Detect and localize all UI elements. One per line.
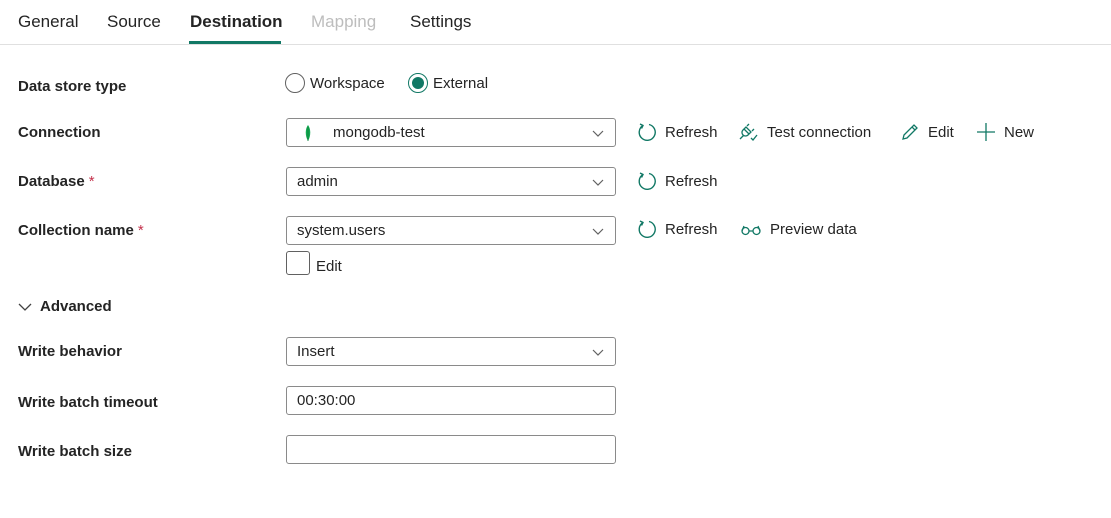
refresh-label: Refresh — [665, 220, 718, 238]
chevron-down-icon — [592, 228, 604, 235]
advanced-label: Advanced — [40, 298, 112, 315]
write-behavior-dropdown[interactable]: Insert — [286, 337, 616, 366]
glasses-icon — [741, 225, 761, 236]
test-connection-button[interactable]: Test connection — [737, 122, 871, 142]
active-tab-indicator — [189, 41, 281, 44]
plus-icon — [977, 123, 995, 141]
tab-bar: General Source Destination Mapping Setti… — [0, 0, 1111, 45]
connection-refresh-button[interactable]: Refresh — [637, 122, 718, 142]
collection-name-label: Collection name * — [18, 222, 144, 239]
write-batch-timeout-input[interactable]: 00:30:00 — [286, 386, 616, 415]
refresh-icon — [638, 220, 656, 238]
refresh-icon — [638, 172, 656, 190]
pencil-icon — [902, 124, 918, 140]
tab-settings[interactable]: Settings — [410, 12, 471, 32]
refresh-label: Refresh — [665, 172, 718, 190]
radio-external-label: External — [433, 74, 489, 92]
radio-selected-dot — [412, 77, 424, 89]
tab-source[interactable]: Source — [107, 12, 161, 32]
mongodb-leaf-icon — [305, 124, 311, 141]
preview-data-button[interactable]: Preview data — [740, 219, 857, 239]
connection-label: Connection — [18, 124, 101, 141]
edit-collection-checkbox[interactable] — [286, 251, 310, 275]
radio-external[interactable]: External — [408, 73, 488, 93]
plug-check-icon — [739, 123, 758, 141]
tab-general[interactable]: General — [18, 12, 78, 32]
refresh-label: Refresh — [665, 123, 718, 141]
new-connection-button[interactable]: New — [976, 122, 1034, 142]
chevron-down-icon — [592, 349, 604, 356]
collection-name-dropdown[interactable]: system.users — [286, 216, 616, 245]
chevron-down-icon — [592, 130, 604, 137]
required-asterisk: * — [137, 222, 144, 239]
tab-destination[interactable]: Destination — [190, 12, 283, 32]
tab-mapping: Mapping — [311, 12, 377, 31]
data-store-type-label: Data store type — [18, 78, 127, 95]
edit-label: Edit — [928, 123, 954, 141]
database-value: admin — [297, 173, 338, 190]
database-label: Database * — [18, 173, 95, 190]
new-label: New — [1004, 123, 1035, 141]
preview-data-label: Preview data — [770, 220, 857, 238]
write-behavior-label: Write behavior — [18, 343, 122, 360]
write-batch-timeout-value: 00:30:00 — [297, 392, 356, 409]
edit-connection-button[interactable]: Edit — [900, 122, 954, 142]
radio-workspace[interactable]: Workspace — [285, 73, 385, 93]
database-label-text: Database — [18, 173, 85, 190]
required-asterisk: * — [88, 173, 95, 190]
refresh-icon — [638, 123, 656, 141]
radio-workspace-label: Workspace — [310, 74, 385, 92]
database-dropdown[interactable]: admin — [286, 167, 616, 196]
radio-circle-checked[interactable] — [408, 73, 428, 93]
database-refresh-button[interactable]: Refresh — [637, 171, 718, 191]
collection-name-value: system.users — [297, 222, 386, 239]
chevron-down-icon — [592, 179, 604, 186]
collection-name-label-text: Collection name — [18, 222, 134, 239]
write-batch-timeout-label: Write batch timeout — [18, 394, 158, 411]
test-connection-label: Test connection — [767, 123, 872, 141]
write-batch-size-input[interactable] — [286, 435, 616, 464]
write-batch-size-label: Write batch size — [18, 443, 132, 460]
radio-circle[interactable] — [285, 73, 305, 93]
edit-collection-checkbox-label: Edit — [316, 258, 342, 275]
chevron-down-icon — [18, 303, 32, 311]
connection-dropdown[interactable]: mongodb-test — [286, 118, 616, 147]
write-behavior-value: Insert — [297, 343, 335, 360]
collection-refresh-button[interactable]: Refresh — [637, 219, 718, 239]
connection-value: mongodb-test — [333, 124, 425, 141]
advanced-toggle[interactable]: Advanced — [18, 298, 112, 315]
